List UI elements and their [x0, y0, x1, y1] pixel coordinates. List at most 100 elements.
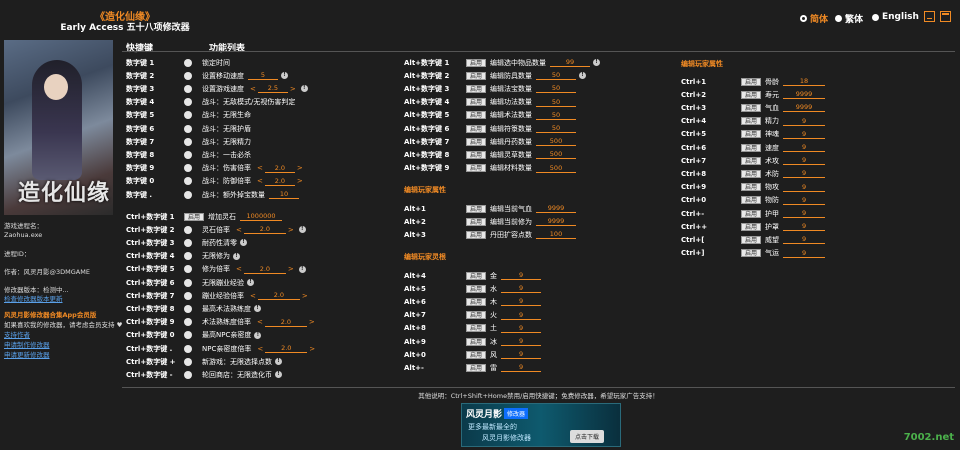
value-input[interactable]: 1000000: [240, 212, 283, 221]
info-icon[interactable]: !: [233, 252, 240, 260]
value-input[interactable]: 9999: [536, 204, 577, 213]
value-input[interactable]: 9: [501, 284, 542, 294]
value-input[interactable]: 9: [783, 209, 826, 218]
enable-button[interactable]: 启用: [466, 337, 487, 346]
toggle-switch[interactable]: [184, 137, 192, 146]
value-input[interactable]: 50: [536, 124, 577, 133]
value-input[interactable]: 9: [501, 337, 542, 346]
value-input[interactable]: 2.0: [264, 177, 295, 186]
toggle-switch[interactable]: [184, 124, 192, 133]
enable-button[interactable]: 启用: [466, 150, 487, 159]
value-input[interactable]: 9: [783, 196, 826, 205]
value-input[interactable]: 2.0: [265, 344, 308, 353]
value-input[interactable]: 9: [783, 183, 826, 192]
enable-button[interactable]: 启用: [466, 71, 487, 80]
info-icon[interactable]: !: [275, 371, 282, 379]
increase-arrow[interactable]: >: [295, 177, 305, 185]
value-input[interactable]: 9: [501, 271, 542, 280]
lang-simplified[interactable]: 简体: [800, 12, 828, 25]
info-icon[interactable]: !: [281, 72, 288, 80]
enable-button[interactable]: 启用: [741, 183, 762, 192]
value-input[interactable]: 50: [536, 98, 577, 107]
increase-arrow[interactable]: >: [288, 85, 298, 93]
increase-arrow[interactable]: >: [286, 226, 296, 234]
value-input[interactable]: 50: [536, 111, 577, 120]
value-input[interactable]: 50: [536, 71, 577, 81]
enable-button[interactable]: 启用: [466, 58, 487, 67]
info-icon[interactable]: !: [247, 279, 254, 286]
toggle-switch[interactable]: [184, 111, 192, 120]
toggle-switch[interactable]: [184, 177, 192, 186]
support-author-link[interactable]: 支持作者: [4, 331, 30, 339]
enable-button[interactable]: 启用: [741, 156, 762, 165]
value-input[interactable]: 500: [536, 150, 577, 160]
enable-button[interactable]: 启用: [466, 204, 487, 213]
value-input[interactable]: 100: [536, 230, 577, 240]
enable-button[interactable]: 启用: [741, 103, 762, 112]
value-input[interactable]: 9999: [783, 103, 826, 113]
enable-button[interactable]: 启用: [466, 284, 487, 293]
info-icon[interactable]: !: [240, 239, 247, 247]
decrease-arrow[interactable]: <: [255, 164, 265, 172]
toggle-switch[interactable]: [184, 291, 192, 300]
enable-button[interactable]: 启用: [466, 98, 487, 107]
decrease-arrow[interactable]: <: [234, 265, 244, 273]
enable-button[interactable]: 启用: [741, 130, 762, 139]
toggle-switch[interactable]: [184, 370, 192, 379]
enable-button[interactable]: 启用: [466, 217, 487, 226]
toggle-switch[interactable]: [184, 252, 192, 261]
enable-button[interactable]: 启用: [741, 249, 762, 258]
value-input[interactable]: 50: [536, 84, 577, 94]
check-update-link[interactable]: 检查修改器版本更新: [4, 295, 63, 303]
toggle-switch[interactable]: [184, 84, 192, 93]
increase-arrow[interactable]: >: [300, 292, 310, 300]
enable-button[interactable]: 启用: [466, 164, 487, 173]
enable-button[interactable]: 启用: [466, 311, 487, 320]
value-input[interactable]: 9: [501, 311, 542, 320]
info-icon[interactable]: !: [579, 72, 587, 80]
toggle-switch[interactable]: [184, 190, 192, 199]
info-icon[interactable]: !: [298, 226, 306, 234]
value-input[interactable]: 2.0: [257, 291, 300, 301]
enable-button[interactable]: 启用: [184, 212, 205, 221]
toggle-switch[interactable]: [184, 225, 192, 234]
info-icon[interactable]: !: [593, 59, 601, 66]
value-input[interactable]: 9999: [783, 90, 826, 100]
info-icon[interactable]: !: [254, 305, 261, 313]
toggle-switch[interactable]: [184, 304, 192, 313]
toggle-switch[interactable]: [184, 344, 192, 353]
toggle-switch[interactable]: [184, 71, 192, 80]
enable-button[interactable]: 启用: [466, 84, 487, 93]
toggle-switch[interactable]: [184, 318, 192, 327]
value-input[interactable]: 9999: [536, 217, 577, 227]
toggle-switch[interactable]: [184, 331, 192, 340]
enable-button[interactable]: 启用: [741, 196, 762, 205]
value-input[interactable]: 9: [783, 156, 826, 166]
decrease-arrow[interactable]: <: [234, 226, 244, 234]
decrease-arrow[interactable]: <: [255, 345, 265, 353]
value-input[interactable]: 9: [783, 130, 826, 139]
download-button[interactable]: 点击下载: [570, 430, 605, 443]
value-input[interactable]: 9: [501, 350, 542, 360]
enable-button[interactable]: 启用: [741, 222, 762, 231]
info-icon[interactable]: !: [275, 358, 282, 366]
value-input[interactable]: 9: [783, 222, 826, 232]
enable-button[interactable]: 启用: [466, 230, 487, 239]
increase-arrow[interactable]: >: [295, 164, 305, 172]
toggle-switch[interactable]: [184, 58, 192, 67]
lang-english[interactable]: English: [872, 12, 919, 22]
value-input[interactable]: 9: [783, 117, 826, 126]
enable-button[interactable]: 启用: [741, 209, 762, 218]
enable-button[interactable]: 启用: [466, 363, 487, 372]
value-input[interactable]: 9: [501, 324, 542, 333]
toggle-switch[interactable]: [184, 278, 192, 287]
value-input[interactable]: 10: [269, 190, 299, 199]
increase-arrow[interactable]: >: [307, 318, 317, 326]
info-icon[interactable]: !: [254, 331, 262, 339]
enable-button[interactable]: 启用: [741, 77, 762, 86]
lang-traditional[interactable]: 繁体: [835, 12, 863, 25]
enable-button[interactable]: 启用: [741, 90, 762, 99]
request-trainer-link[interactable]: 申请制作修改器: [4, 341, 50, 349]
enable-button[interactable]: 启用: [466, 324, 487, 333]
close-icon[interactable]: [940, 11, 951, 22]
